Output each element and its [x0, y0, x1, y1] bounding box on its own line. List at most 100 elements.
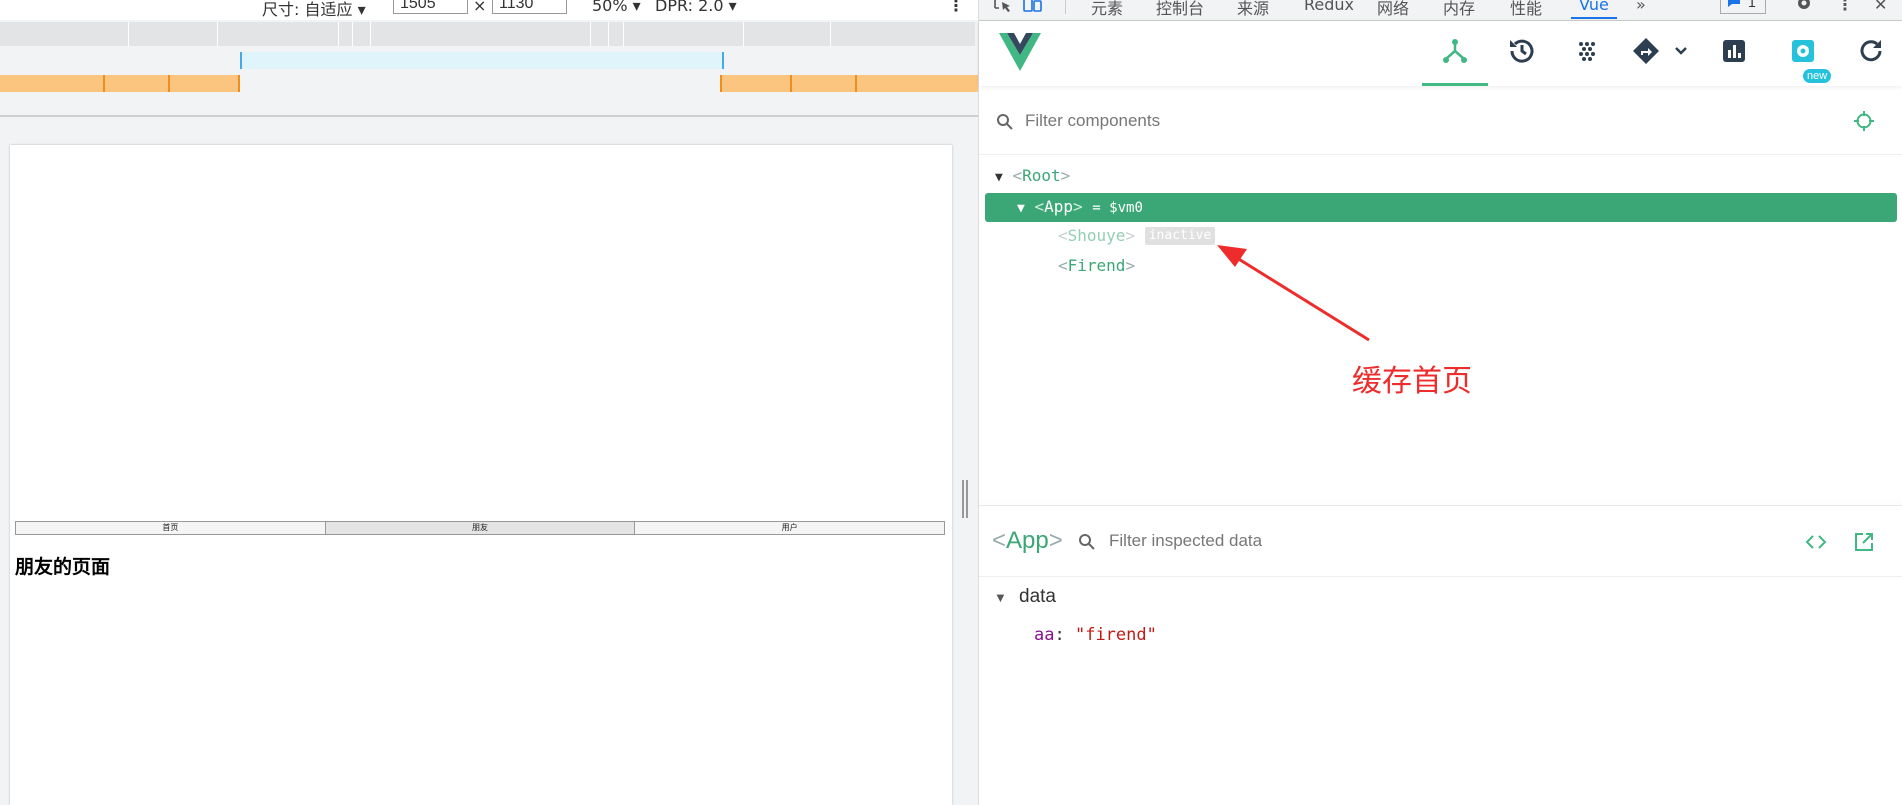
dimension-times-label: ×: [473, 0, 487, 15]
more-options-icon[interactable]: ⋮: [948, 0, 964, 15]
select-component-target-icon[interactable]: [1853, 110, 1875, 132]
close-devtools-icon[interactable]: ✕: [1874, 0, 1887, 14]
performance-chart-icon[interactable]: [1718, 35, 1750, 67]
ruler-tick: [217, 22, 218, 46]
tab-redux[interactable]: Redux: [1304, 0, 1354, 14]
tab-performance[interactable]: 性能: [1510, 0, 1542, 19]
inspect-element-icon[interactable]: [993, 0, 1015, 14]
refresh-icon[interactable]: [1855, 35, 1887, 67]
dpr-select[interactable]: DPR: 2.0 ▾: [655, 0, 737, 15]
component-name-root: Root: [1022, 166, 1061, 185]
tree-node-app[interactable]: ▼ <App> = $vm0: [1017, 197, 1143, 216]
device-height-input[interactable]: 1130: [492, 0, 567, 14]
collapse-toggle-icon[interactable]: ▼: [994, 590, 1007, 605]
chevron-down-icon[interactable]: [1673, 43, 1689, 59]
tab-vue[interactable]: Vue: [1571, 0, 1617, 19]
media-query-segment[interactable]: [792, 75, 857, 92]
ruler-tick: [608, 22, 609, 46]
page-tab-user[interactable]: 用户: [635, 522, 945, 534]
search-icon: [997, 114, 1013, 130]
devtools-menu-icon[interactable]: ⋮: [1837, 0, 1853, 14]
settings-icon[interactable]: [1787, 35, 1819, 67]
filter-inspected-data-input[interactable]: Filter inspected data: [1109, 531, 1262, 551]
inspected-component-name: App: [1006, 527, 1049, 554]
media-query-segment[interactable]: [857, 75, 978, 92]
tag-bracket: >: [1125, 256, 1136, 275]
tab-memory[interactable]: 内存: [1443, 0, 1475, 19]
annotation-arrow-icon: [1217, 245, 1370, 342]
tab-elements[interactable]: 元素: [1091, 0, 1123, 19]
media-query-segment[interactable]: [720, 75, 792, 92]
issues-counter[interactable]: 1: [1720, 0, 1766, 14]
inspector-header: <App> Filter inspected data: [979, 508, 1902, 577]
collapse-toggle-icon[interactable]: ▼: [1017, 201, 1025, 216]
key-colon: :: [1054, 625, 1075, 645]
tag-bracket: <: [992, 527, 1007, 554]
component-name-firend: Firend: [1067, 256, 1126, 275]
issues-count: 1: [1748, 0, 1756, 10]
active-tab-indicator: [1422, 83, 1488, 86]
device-size-label: 尺寸: 自适应: [262, 0, 353, 19]
tree-node-root[interactable]: ▼ <Root>: [995, 166, 1070, 185]
tab-divider: [1065, 0, 1066, 14]
tree-node-firend[interactable]: <Firend>: [1058, 256, 1135, 275]
page-heading: 朋友的页面: [15, 556, 111, 578]
page-preview-pane: 尺寸: 自适应 ▾ 1505 × 1130 50% ▾ DPR: 2.0 ▾ ⋮…: [0, 0, 978, 805]
media-query-bar-blue[interactable]: [240, 52, 724, 69]
vue-logo-icon: [999, 33, 1041, 71]
ruler-tick: [128, 22, 129, 46]
pane-splitter[interactable]: [979, 505, 1902, 506]
tree-node-shouye[interactable]: <Shouye> inactive: [1058, 226, 1216, 245]
ruler-tick: [590, 22, 591, 46]
media-query-segment[interactable]: [105, 75, 170, 92]
page-tab-home[interactable]: 首页: [16, 522, 326, 534]
open-in-editor-icon[interactable]: [1854, 532, 1874, 552]
tab-network[interactable]: 网络: [1377, 0, 1409, 19]
collapse-toggle-icon[interactable]: ▼: [995, 170, 1003, 185]
devtools-pane: 元素 控制台 来源 Redux 网络 内存 性能 Vue » 1 ⋮ ✕ new…: [978, 0, 1902, 805]
device-size-select[interactable]: 尺寸: 自适应 ▾: [262, 0, 366, 20]
timeline-history-icon[interactable]: [1506, 35, 1538, 67]
ruler-tick: [743, 22, 744, 46]
media-query-ruler[interactable]: [0, 22, 975, 46]
zoom-label: 50%: [592, 0, 628, 15]
vuex-dots-icon[interactable]: [1571, 35, 1603, 67]
annotation-label: 缓存首页: [1352, 364, 1472, 399]
ruler-tick: [830, 22, 831, 46]
new-badge: new: [1803, 69, 1832, 83]
data-value[interactable]: "firend": [1075, 625, 1157, 645]
data-section-label: data: [1019, 586, 1056, 607]
tag-bracket: >: [1125, 226, 1136, 245]
device-viewport: [10, 145, 952, 805]
tab-console[interactable]: 控制台: [1156, 0, 1204, 19]
page-tab-friend[interactable]: 朋友: [325, 522, 636, 534]
chat-icon: [1728, 0, 1740, 7]
tab-sources[interactable]: 来源: [1237, 0, 1269, 19]
router-icon[interactable]: [1630, 35, 1662, 67]
settings-gear-icon[interactable]: [1794, 0, 1814, 13]
media-query-segment[interactable]: [0, 75, 105, 92]
inspected-component-title: <App>: [992, 527, 1063, 555]
device-toolbar-icon[interactable]: [1022, 0, 1044, 14]
devtools-tab-bar: 元素 控制台 来源 Redux 网络 内存 性能 Vue » 1 ⋮ ✕: [979, 0, 1902, 21]
search-icon: [1079, 534, 1095, 550]
component-name-shouye: Shouye: [1067, 226, 1126, 245]
toolbar-divider: [0, 115, 978, 117]
device-width-input[interactable]: 1505: [393, 0, 468, 14]
data-property-row[interactable]: aa: "firend": [1034, 625, 1157, 645]
device-toolbar: 尺寸: 自适应 ▾ 1505 × 1130 50% ▾ DPR: 2.0 ▾ ⋮: [0, 0, 978, 20]
ruler-tick: [623, 22, 624, 46]
inactive-badge: inactive: [1144, 227, 1216, 245]
tag-bracket: <: [1058, 256, 1068, 275]
components-tree-icon[interactable]: [1439, 35, 1471, 67]
code-brackets-icon[interactable]: [1805, 532, 1827, 552]
resize-handle[interactable]: [962, 480, 968, 518]
media-query-segment[interactable]: [170, 75, 240, 92]
more-tabs-icon[interactable]: »: [1636, 0, 1646, 14]
zoom-select[interactable]: 50% ▾: [592, 0, 641, 15]
tag-bracket: >: [1060, 166, 1071, 185]
tag-bracket: <: [1058, 226, 1068, 245]
data-section-header[interactable]: ▼ data: [994, 586, 1056, 608]
filter-components-input[interactable]: Filter components: [1025, 111, 1160, 131]
dpr-label: DPR: 2.0: [655, 0, 724, 15]
